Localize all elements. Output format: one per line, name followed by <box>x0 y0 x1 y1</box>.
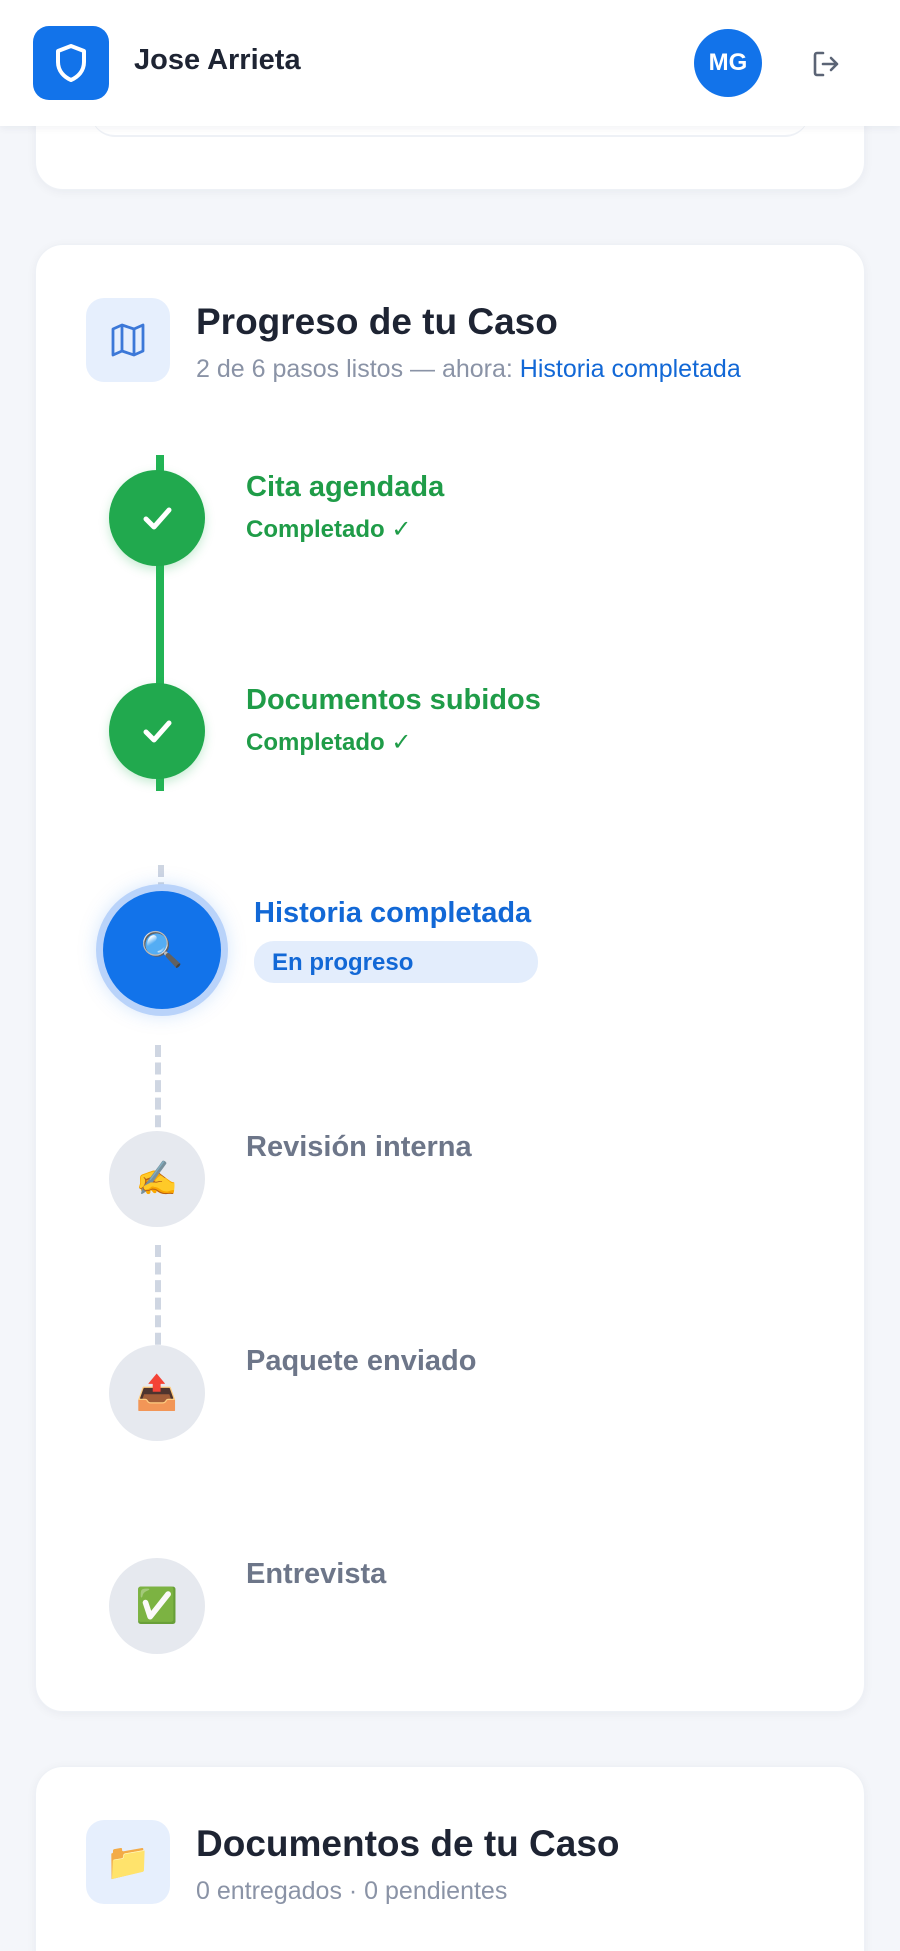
step-status-cita: Completado ✓ <box>246 516 412 543</box>
case-documents-card: 📁 Documentos de tu Caso 0 entregados · 0… <box>35 1766 865 1951</box>
check-box-icon: ✅ <box>109 1558 205 1654</box>
map-icon <box>86 298 170 382</box>
step-label-historia: Historia completada <box>254 897 532 929</box>
shield-icon[interactable] <box>33 26 109 100</box>
progress-subtitle-prefix: 2 de 6 pasos listos — ahora: <box>196 355 520 383</box>
documents-subtitle: 0 entregados · 0 pendientes <box>196 1877 508 1905</box>
app-header: Jose Arrieta MG <box>0 0 900 126</box>
writing-hand-icon: ✍️ <box>109 1131 205 1227</box>
step-label-entrevista: Entrevista <box>246 1558 387 1590</box>
progress-current-step: Historia completada <box>519 355 741 383</box>
step-label-cita: Cita agendada <box>246 471 445 503</box>
status-badge: En progreso <box>254 941 538 983</box>
documents-title: Documentos de tu Caso <box>196 1823 620 1864</box>
magnifier-icon: 🔍 <box>103 891 221 1009</box>
user-name: Jose Arrieta <box>134 44 301 76</box>
progress-subtitle: 2 de 6 pasos listos — ahora: Historia co… <box>196 355 741 384</box>
folder-icon: 📁 <box>86 1820 170 1904</box>
step-label-paquete: Paquete enviado <box>246 1345 477 1377</box>
step-status-documentos: Completado ✓ <box>246 729 412 756</box>
avatar[interactable]: MG <box>694 29 762 97</box>
step-label-documentos: Documentos subidos <box>246 684 541 716</box>
step-label-revision: Revisión interna <box>246 1131 472 1163</box>
check-icon <box>109 683 205 779</box>
logout-icon[interactable] <box>806 46 846 82</box>
outbox-tray-icon: 📤 <box>109 1345 205 1441</box>
progress-title: Progreso de tu Caso <box>196 301 558 342</box>
check-icon <box>109 470 205 566</box>
case-progress-card: Progreso de tu Caso 2 de 6 pasos listos … <box>35 244 865 1712</box>
